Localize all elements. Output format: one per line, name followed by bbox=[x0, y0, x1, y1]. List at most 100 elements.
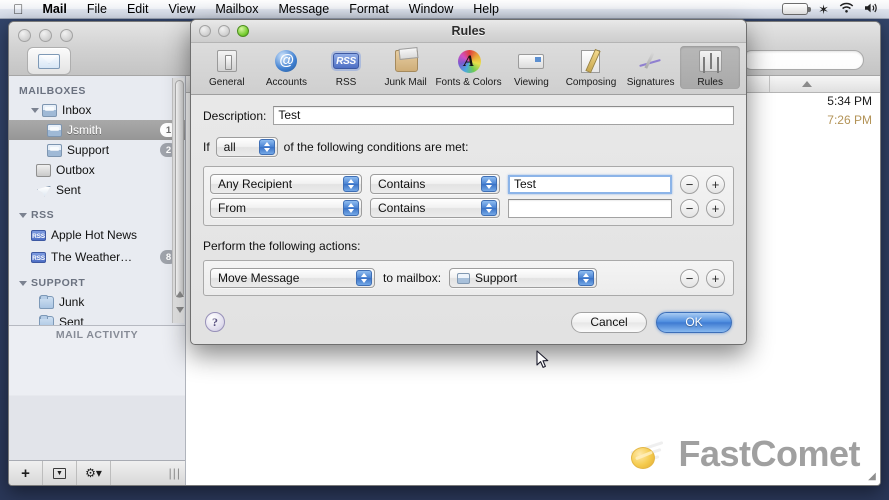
close-button[interactable] bbox=[18, 29, 31, 42]
ok-button[interactable]: OK bbox=[656, 311, 732, 333]
action-type-select[interactable]: Move Message bbox=[210, 268, 375, 288]
inbox-icon bbox=[47, 143, 62, 157]
preferences-toolbar: General @ Accounts RSS RSS Junk Mail Fon… bbox=[191, 43, 746, 95]
add-action-button[interactable]: + bbox=[706, 268, 725, 288]
condition-operator-select[interactable]: Contains bbox=[370, 198, 500, 218]
menu-item-help[interactable]: Help bbox=[463, 0, 509, 19]
bluetooth-icon[interactable]: ✶ bbox=[818, 3, 829, 16]
sidebar-scrollbar[interactable] bbox=[172, 78, 184, 323]
action-row-buttons: − + bbox=[680, 268, 727, 288]
minimize-button[interactable] bbox=[218, 25, 230, 37]
chevron-down-icon[interactable] bbox=[19, 280, 27, 286]
sidebar-item-junk[interactable]: Junk bbox=[9, 292, 185, 312]
junk-mail-icon bbox=[391, 48, 421, 76]
sidebar-item-label: Sent bbox=[59, 315, 84, 325]
tab-composing[interactable]: Composing bbox=[561, 46, 621, 89]
tab-signatures[interactable]: Signatures bbox=[621, 46, 681, 89]
window-resize-grip[interactable]: ◢ bbox=[865, 470, 879, 484]
sidebar-item-jsmith[interactable]: Jsmith 1 bbox=[9, 120, 185, 140]
sidebar-item-inbox[interactable]: Inbox bbox=[9, 100, 185, 120]
actions-label: Perform the following actions: bbox=[203, 239, 361, 253]
menu-item-view[interactable]: View bbox=[159, 0, 206, 19]
rss-icon: RSS bbox=[31, 230, 46, 241]
condition-row-buttons: − + bbox=[680, 174, 727, 194]
tab-viewing[interactable]: Viewing bbox=[502, 46, 562, 89]
sidebar-item-apple-hot-news[interactable]: RSS Apple Hot News bbox=[9, 224, 185, 246]
inbox-icon bbox=[42, 103, 57, 117]
if-label: If bbox=[203, 140, 210, 154]
action-gear-button[interactable]: ⚙▾ bbox=[77, 461, 111, 485]
menu-item-edit[interactable]: Edit bbox=[117, 0, 159, 19]
target-mailbox-select[interactable]: Support bbox=[449, 268, 598, 288]
sidebar-bottom-toolbar: + ▼ ⚙▾ ||| bbox=[9, 460, 185, 485]
tab-fonts-colors[interactable]: Fonts & Colors bbox=[435, 46, 502, 89]
help-button[interactable]: ? bbox=[205, 312, 225, 332]
mail-activity-title: MAIL ACTIVITY bbox=[55, 329, 139, 341]
battery-icon[interactable] bbox=[782, 3, 812, 15]
sidebar-item-sent[interactable]: Sent bbox=[9, 180, 185, 200]
scroll-down-arrow-icon[interactable] bbox=[176, 307, 184, 313]
zoom-button[interactable] bbox=[237, 25, 249, 37]
description-input[interactable]: Test bbox=[273, 106, 734, 125]
scrollbar-thumb[interactable] bbox=[175, 80, 184, 298]
tab-label: Accounts bbox=[265, 77, 307, 88]
sidebar-section-label: RSS bbox=[31, 209, 55, 221]
scroll-up-arrow-icon[interactable] bbox=[176, 291, 184, 297]
cancel-button[interactable]: Cancel bbox=[571, 311, 647, 333]
condition-value-input[interactable]: Test bbox=[508, 174, 672, 194]
pane-resize-grip[interactable]: ||| bbox=[169, 461, 185, 485]
rules-preferences-window: Rules General @ Accounts RSS RSS Junk Ma… bbox=[190, 19, 747, 345]
action-type-value: Move Message bbox=[218, 271, 300, 285]
folder-icon bbox=[39, 294, 54, 309]
stepper-arrows-icon bbox=[343, 200, 359, 216]
condition-field-select[interactable]: Any Recipient bbox=[210, 174, 362, 194]
search-input[interactable] bbox=[742, 50, 864, 70]
watermark-label: FastComet bbox=[678, 433, 860, 474]
sidebar-item-support[interactable]: Support 2 bbox=[9, 140, 185, 160]
tab-rss[interactable]: RSS RSS bbox=[316, 46, 376, 89]
remove-action-button[interactable]: − bbox=[680, 268, 699, 288]
tab-accounts[interactable]: @ Accounts bbox=[257, 46, 317, 89]
rules-titlebar[interactable]: Rules bbox=[191, 20, 746, 43]
composing-icon bbox=[576, 48, 606, 76]
tab-general[interactable]: General bbox=[197, 46, 257, 89]
apple-icon[interactable]:  bbox=[13, 2, 24, 16]
zoom-button[interactable] bbox=[60, 29, 73, 42]
volume-icon[interactable] bbox=[864, 2, 879, 16]
sidebar-item-label: Jsmith bbox=[67, 123, 102, 137]
chevron-down-icon[interactable] bbox=[19, 212, 27, 218]
mailbox-actions-button[interactable]: ▼ bbox=[43, 461, 77, 485]
viewing-icon bbox=[516, 48, 546, 76]
menu-item-mail[interactable]: Mail bbox=[33, 0, 77, 19]
tab-junk-mail[interactable]: Junk Mail bbox=[376, 46, 436, 89]
menu-item-message[interactable]: Message bbox=[268, 0, 339, 19]
match-type-select[interactable]: all bbox=[215, 137, 278, 157]
sidebar-item-outbox[interactable]: Outbox bbox=[9, 160, 185, 180]
sidebar-item-support-sent[interactable]: Sent bbox=[9, 312, 185, 325]
sort-ascending-icon[interactable] bbox=[802, 81, 812, 87]
close-button[interactable] bbox=[199, 25, 211, 37]
stepper-arrows-icon bbox=[481, 176, 497, 192]
condition-value-input[interactable] bbox=[508, 198, 672, 218]
add-condition-button[interactable]: + bbox=[706, 198, 725, 218]
minimize-button[interactable] bbox=[39, 29, 52, 42]
sidebar-item-the-weather[interactable]: RSS The Weather… 8 bbox=[9, 246, 185, 268]
tab-rules[interactable]: Rules bbox=[680, 46, 741, 89]
menu-item-mailbox[interactable]: Mailbox bbox=[205, 0, 268, 19]
wifi-icon[interactable] bbox=[839, 2, 854, 16]
add-condition-button[interactable]: + bbox=[706, 174, 725, 194]
condition-field-select[interactable]: From bbox=[210, 198, 362, 218]
tab-label: Signatures bbox=[626, 77, 675, 88]
conditions-suffix-label: of the following conditions are met: bbox=[283, 140, 469, 154]
menu-item-format[interactable]: Format bbox=[339, 0, 399, 19]
condition-row-buttons: − + bbox=[680, 198, 727, 218]
mail-activity-pane: MAIL ACTIVITY bbox=[9, 325, 185, 460]
remove-condition-button[interactable]: − bbox=[680, 198, 699, 218]
remove-condition-button[interactable]: − bbox=[680, 174, 699, 194]
menu-item-window[interactable]: Window bbox=[399, 0, 463, 19]
plus-icon: + bbox=[21, 464, 30, 482]
menu-item-file[interactable]: File bbox=[77, 0, 117, 19]
chevron-down-icon[interactable] bbox=[31, 107, 39, 113]
add-mailbox-button[interactable]: + bbox=[9, 461, 43, 485]
condition-operator-select[interactable]: Contains bbox=[370, 174, 500, 194]
